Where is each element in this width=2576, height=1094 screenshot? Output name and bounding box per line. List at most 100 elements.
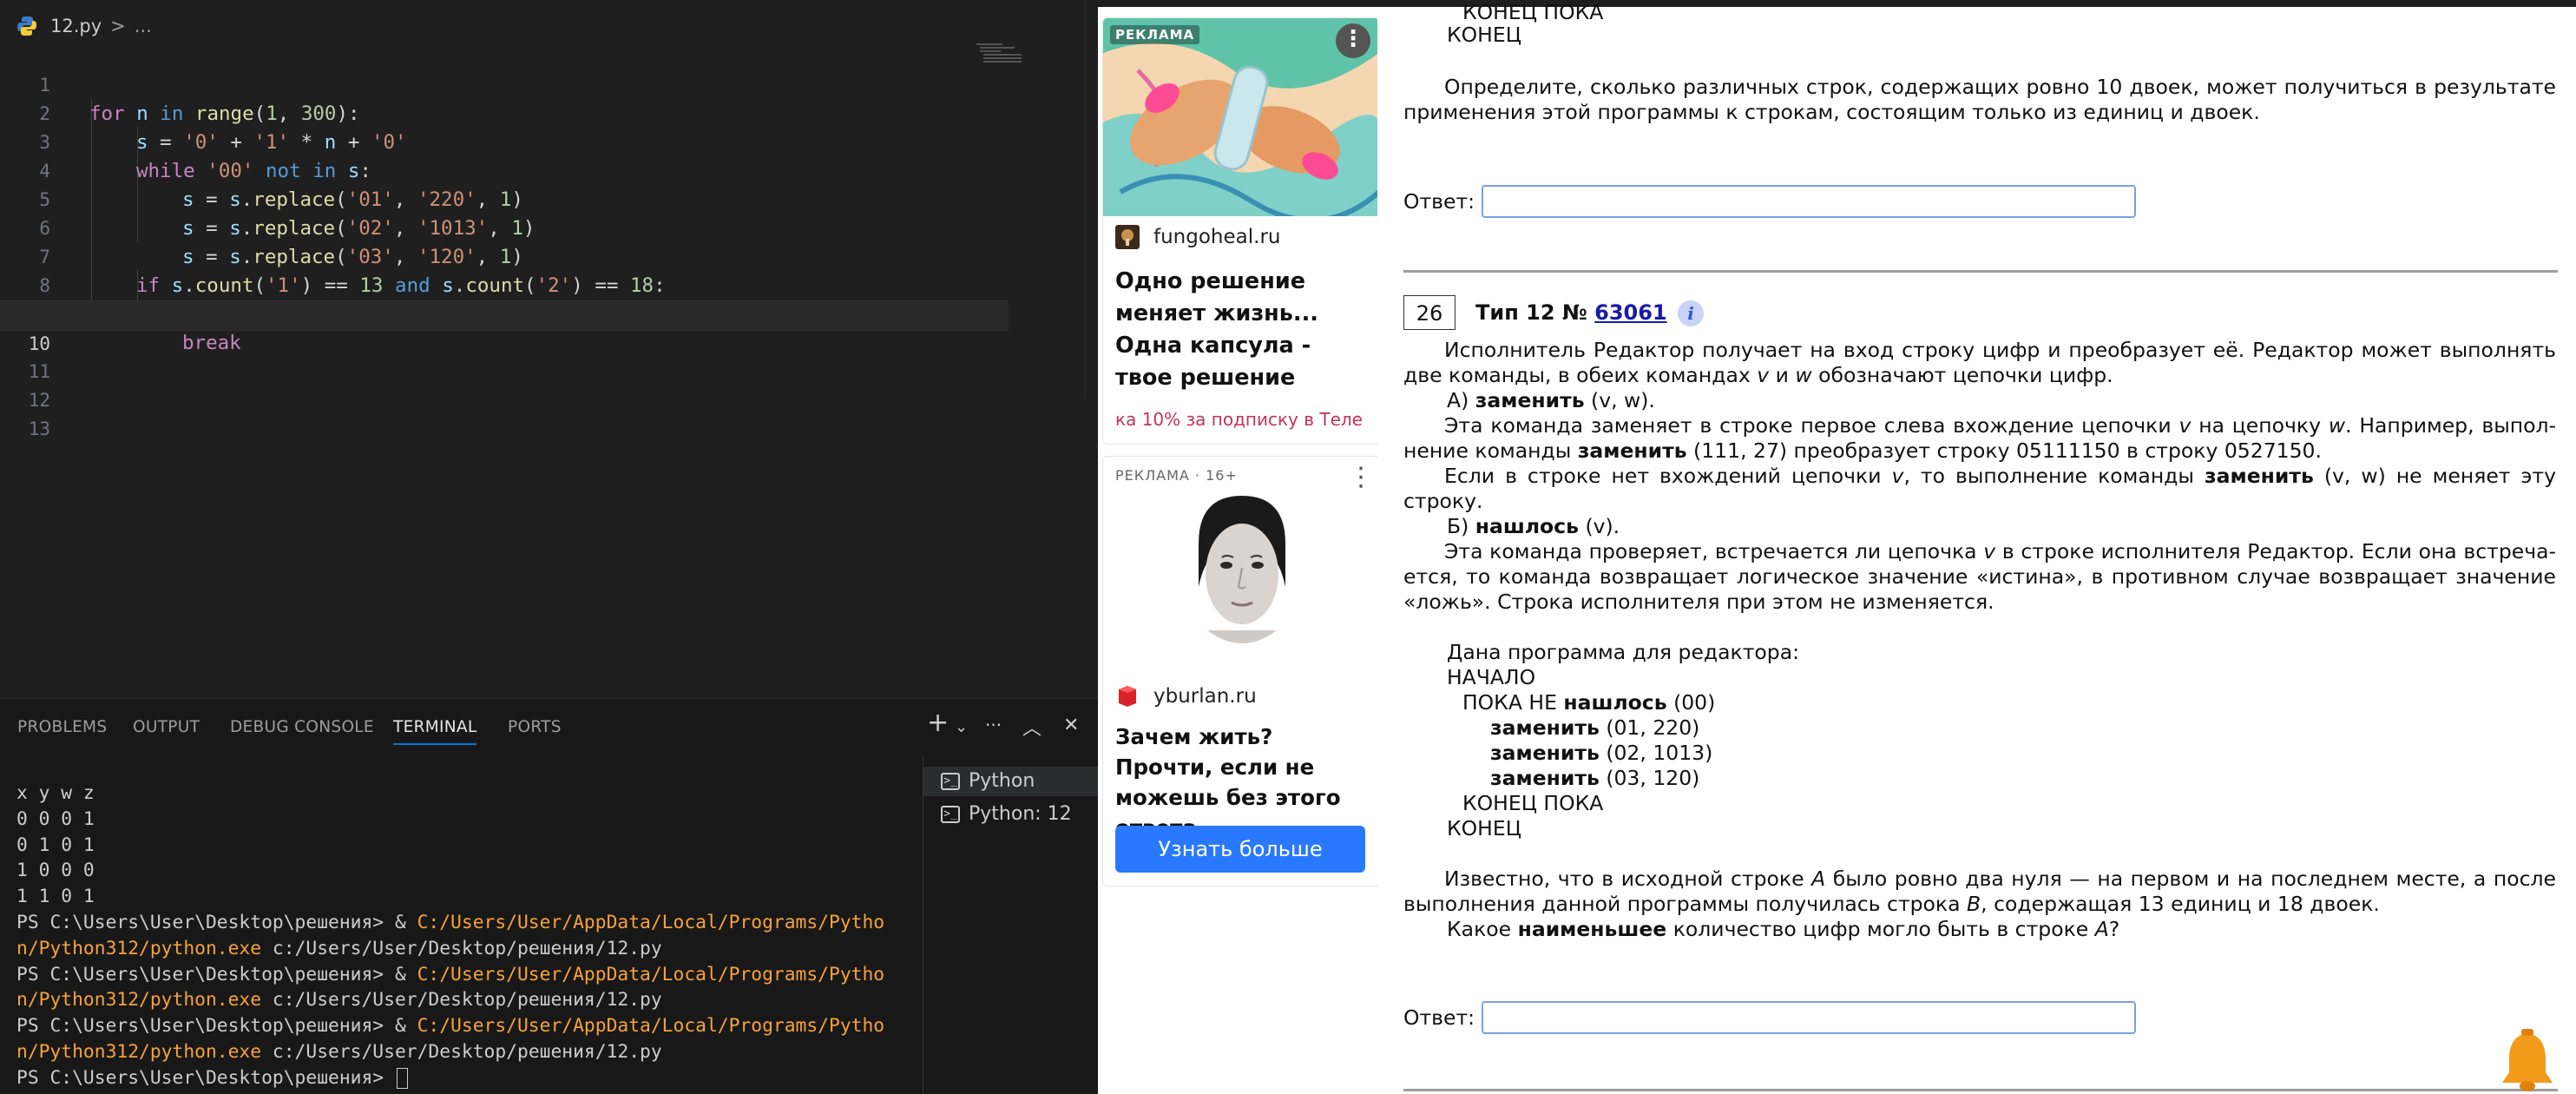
bottom-panel: PROBLEMS OUTPUT DEBUG CONSOLE TERMINAL P…	[0, 698, 1098, 1094]
ad-headline[interactable]: Зачем жить? Прочти, если не можешь без э…	[1115, 722, 1350, 843]
terminal-command-line: n/Python312/python.exe c:/Users/User/Des…	[16, 989, 662, 1012]
minimap[interactable]	[976, 42, 1025, 66]
task-text-p1a: Исполнитель Редактор получает на вход ст…	[1444, 338, 2556, 362]
terminal-command-line: n/Python312/python.exe c:/Users/User/Des…	[16, 937, 662, 959]
editor-scrollbar[interactable]	[1085, 0, 1098, 399]
terminal-icon: >_	[941, 806, 960, 823]
divider	[1403, 1089, 2558, 1091]
answer-label: Ответ:	[1403, 1005, 1475, 1030]
more-actions-icon[interactable]: ···	[985, 715, 1002, 735]
ad-subtitle: ка 10% за подписку в Теле	[1115, 409, 1363, 430]
terminal-list-item-python[interactable]: >_ Python	[923, 767, 1098, 796]
command-a: А) заменить (v, w).	[1447, 388, 1655, 412]
breadcrumb-file[interactable]: 12.py	[50, 16, 102, 36]
ad-menu-icon[interactable]: ⋮	[1336, 23, 1370, 58]
terminal-command-line: n/Python312/python.exe c:/Users/User/Des…	[16, 1040, 662, 1063]
terminal-command-line: PS C:\Users\User\Desktop\решения> & C:/U…	[16, 1015, 885, 1038]
tab-output[interactable]: OUTPUT	[133, 718, 200, 736]
ad-learn-more-button[interactable]: Узнать больше	[1115, 826, 1365, 873]
close-panel-icon[interactable]: ✕	[1063, 715, 1079, 736]
ad-source[interactable]: fungoheal.ru	[1115, 225, 1280, 249]
terminal-icon: >_	[941, 773, 960, 790]
python-file-icon	[16, 15, 38, 37]
info-icon[interactable]: i	[1678, 300, 1704, 326]
code-line-11: 11	[0, 329, 1098, 382]
task-text-p2a: Эта команда заменяет в строке первое сле…	[1444, 413, 2557, 438]
ad-column: РЕКЛАМА ⋮ fungoheal.ru Одно решение меня…	[1098, 0, 1380, 1094]
tab-ports[interactable]: PORTS	[508, 718, 562, 736]
terminal-prompt-line[interactable]: PS C:\Users\User\Desktop\решения>	[16, 1065, 923, 1091]
program-loop-end: КОНЕЦ ПОКА	[1462, 791, 1604, 815]
task-text-p4c: «ложь». Строка исполнителя при этом не и…	[1403, 590, 1994, 614]
panel-tabs: PROBLEMS OUTPUT DEBUG CONSOLE TERMINAL P…	[0, 699, 1098, 755]
terminal-line: 1 0 0 0	[16, 860, 95, 882]
task-type: Тип 12 № 63061	[1475, 300, 1667, 325]
line-number: 13	[28, 418, 50, 439]
top-bar	[1098, 0, 1377, 7]
prev-program-end: КОНЕЦ	[1447, 23, 1521, 47]
prev-program-loop-end: КОНЕЦ ПОКА	[1462, 0, 1604, 24]
breadcrumb-separator: >	[110, 16, 126, 36]
terminal-line: 1 1 0 1	[16, 886, 95, 908]
divider	[1403, 270, 2558, 273]
terminal-line: x y w z	[16, 782, 95, 804]
code-line-5: 5 s = s.replace('02', '1013', 1)	[0, 157, 1098, 240]
ad-headline[interactable]: Одно решение меняет жизнь... Одна капсул…	[1115, 266, 1370, 394]
task-text-p2b: нение команды заменить (111, 27) преобра…	[1403, 438, 2322, 463]
ad-image-face	[1181, 491, 1303, 648]
task-text-p5b: выполнения данной программы получилась с…	[1403, 892, 2380, 916]
ad-source[interactable]: yburlan.ru	[1115, 684, 1257, 708]
vscode-window: 12.py > ... 1 for n in range(1, 300): 2 …	[0, 0, 1098, 1094]
answer-input[interactable]	[1482, 1001, 2136, 1034]
maximize-panel-icon[interactable]: ︿	[1022, 713, 1042, 741]
tab-debug-console[interactable]: DEBUG CONSOLE	[230, 718, 374, 736]
program-replace-1: заменить (01, 220)	[1490, 715, 1700, 740]
terminal-command-line: PS C:\Users\User\Desktop\решения> & C:/U…	[16, 963, 885, 985]
tab-terminal[interactable]: TERMINAL	[393, 718, 477, 745]
code-line-13: 13	[0, 386, 1098, 439]
program-start: НАЧАЛО	[1447, 665, 1536, 689]
fungoheal-favicon-icon	[1115, 225, 1140, 249]
terminal-output[interactable]: x y w z 0 0 0 1 0 1 0 1 1 0 0 0 1 1 0 1 PS C:…	[0, 781, 923, 1094]
ad-card-fungoheal[interactable]: РЕКЛАМА ⋮ fungoheal.ru Одно решение меня…	[1102, 17, 1380, 445]
code-line-9: 9 break	[0, 272, 1098, 354]
task-id-link[interactable]: 63061	[1594, 300, 1667, 325]
code-line-12: 12	[0, 358, 1098, 411]
breadcrumb-ellipsis[interactable]: ...	[135, 16, 152, 36]
code-line-7: 7 if s.count('1') == 13 and s.count('2')…	[0, 214, 1098, 297]
code-line-10-current[interactable]: 10	[0, 300, 1009, 354]
code-editor[interactable]: 1 for n in range(1, 300): 2 s = '0' + '1…	[0, 42, 1098, 439]
program-replace-2: заменить (02, 1013)	[1490, 741, 1713, 765]
new-terminal-icon[interactable]: +	[927, 708, 949, 738]
terminal-line: 0 0 0 1	[16, 807, 95, 830]
terminal-line: 0 1 0 1	[16, 834, 95, 856]
answer-label: Ответ:	[1403, 189, 1475, 214]
task-question: Какое наименьшее количество цифр могло б…	[1447, 917, 2120, 941]
task-text-p3a: Если в строке нет вхождений цепочки v, т…	[1444, 464, 2556, 488]
ad-label: РЕКЛАМА · 16+	[1115, 467, 1238, 484]
tab-problems[interactable]: PROBLEMS	[17, 718, 107, 736]
terminal-list: >_ Python >_ Python: 12	[923, 755, 1098, 1094]
task-text-p1b: две команды, в обеих командах v и w обоз…	[1403, 363, 2113, 387]
prev-question-line-2: применения этой программы к строкам, сос…	[1403, 100, 2260, 124]
code-line-8: 8 print(n)	[0, 243, 1098, 326]
code-line-2: 2 s = '0' + '1' * n + '0'	[0, 71, 1098, 154]
task-text-p4b: ется, то команда возвращает логическое з…	[1403, 564, 2556, 589]
terminal-dropdown-icon[interactable]: ⌄	[955, 718, 968, 736]
ad-label: РЕКЛАМА	[1110, 25, 1200, 44]
code-line-1: 1 for n in range(1, 300):	[0, 43, 1098, 125]
program-end: КОНЕЦ	[1447, 816, 1521, 840]
program-replace-3: заменить (03, 120)	[1490, 766, 1700, 790]
task-text-p3b: строку.	[1403, 489, 1483, 513]
task-text-p5a: Известно, что в исходной строке A было р…	[1444, 867, 2556, 891]
program-while: ПОКА НЕ нашлось (00)	[1462, 690, 1716, 715]
ad-card-yburlan[interactable]: РЕКЛАМА · 16+ ⋮ yburlan.ru Зачем жить? П…	[1102, 456, 1380, 886]
notification-bell-icon[interactable]	[2497, 1029, 2558, 1094]
task-number: 26	[1403, 295, 1456, 330]
terminal-list-item-python-12[interactable]: >_ Python: 12	[941, 800, 1072, 829]
ad-menu-icon[interactable]: ⋮	[1348, 462, 1374, 492]
program-title: Дана программа для редактора:	[1447, 640, 1800, 664]
answer-input-prev[interactable]	[1482, 185, 2136, 218]
prev-question-line-1: Определите, сколько различных строк, сод…	[1444, 75, 2556, 99]
code-line-6: 6 s = s.replace('03', '120', 1)	[0, 186, 1098, 268]
